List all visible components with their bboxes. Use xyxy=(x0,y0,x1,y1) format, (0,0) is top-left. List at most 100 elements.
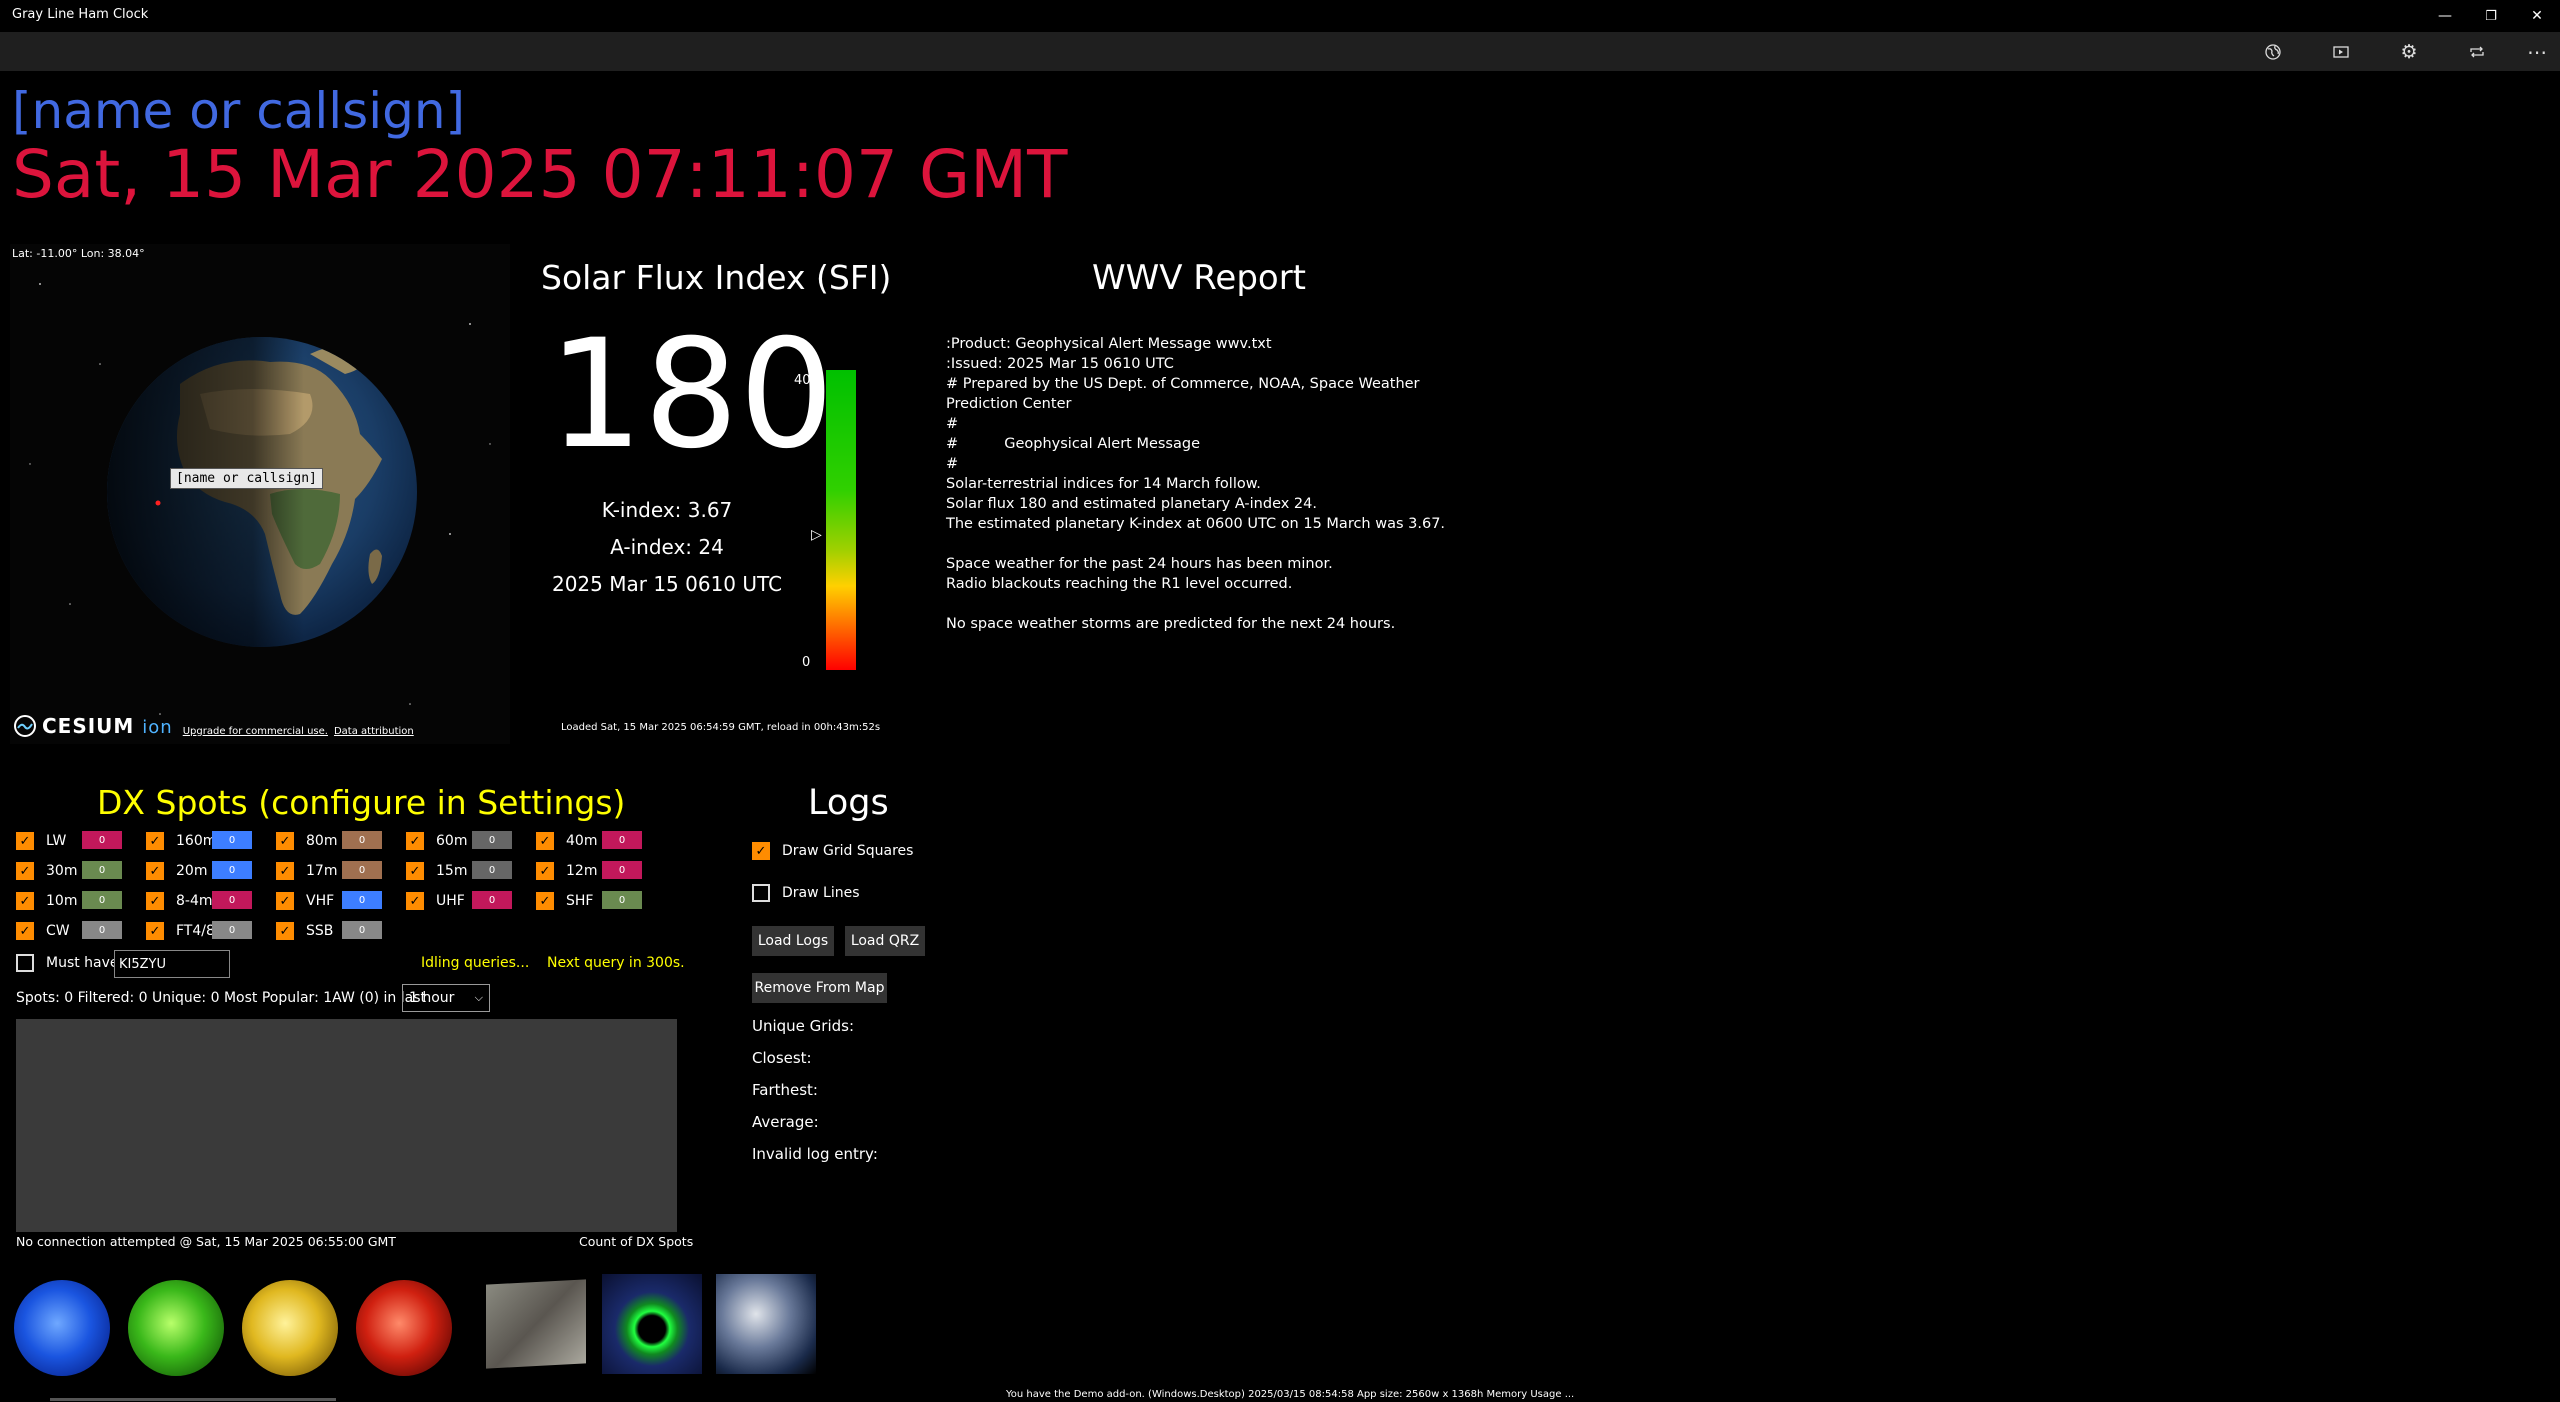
sfi-title: Solar Flux Index (SFI) xyxy=(541,258,892,297)
band-label: 15m xyxy=(436,863,468,879)
horizontal-scrollbar[interactable] xyxy=(50,1398,336,1401)
draw-grid-checkbox[interactable]: ✓ Draw Grid Squares xyxy=(752,842,913,860)
draw-grid-label: Draw Grid Squares xyxy=(782,843,914,859)
band-filter-cw[interactable]: ✓ CW 0 xyxy=(16,921,122,941)
sfi-loaded-status: Loaded Sat, 15 Mar 2025 06:54:59 GMT, re… xyxy=(561,722,881,733)
load-qrz-button[interactable]: Load QRZ xyxy=(845,926,925,956)
sun-image-red[interactable] xyxy=(356,1280,452,1376)
farthest-label: Farthest: xyxy=(752,1081,818,1099)
aurora-thumbnail[interactable] xyxy=(602,1274,702,1374)
band-label: VHF xyxy=(306,893,335,909)
band-count-badge: 0 xyxy=(82,861,122,879)
band-filter-60m[interactable]: ✓ 60m 0 xyxy=(406,831,512,851)
must-have-label: Must have xyxy=(46,955,119,971)
sun-image-blue[interactable] xyxy=(14,1280,110,1376)
checkbox-box[interactable]: ✓ xyxy=(16,892,34,910)
sun-image-yellow[interactable] xyxy=(242,1280,338,1376)
band-filter-15m[interactable]: ✓ 15m 0 xyxy=(406,861,512,881)
sun-image-green[interactable] xyxy=(128,1280,224,1376)
map-thumbnail[interactable] xyxy=(486,1279,586,1369)
band-filter-30m[interactable]: ✓ 30m 0 xyxy=(16,861,122,881)
checkbox-box[interactable]: ✓ xyxy=(276,862,294,880)
band-filter-ft4-8[interactable]: ✓ FT4/8 0 xyxy=(146,921,252,941)
checkbox-box[interactable]: ✓ xyxy=(146,922,164,940)
checkbox-box[interactable]: ✓ xyxy=(536,892,554,910)
globe-button[interactable] xyxy=(2253,36,2293,68)
band-filter-12m[interactable]: ✓ 12m 0 xyxy=(536,861,642,881)
satellite-thumbnail[interactable] xyxy=(716,1274,816,1374)
band-filter-8-4m[interactable]: ✓ 8-4m 0 xyxy=(146,891,252,911)
band-filter-uhf[interactable]: ✓ UHF 0 xyxy=(406,891,512,911)
period-select-value: 1 hour xyxy=(409,990,455,1006)
load-logs-button[interactable]: Load Logs xyxy=(752,926,834,956)
restore-button[interactable]: ❐ xyxy=(2468,0,2514,32)
close-button[interactable]: ✕ xyxy=(2514,0,2560,32)
checkbox-box[interactable]: ✓ xyxy=(276,892,294,910)
checkbox-box[interactable]: ✓ xyxy=(146,892,164,910)
band-count-badge: 0 xyxy=(602,831,642,849)
checkbox-box[interactable]: ✓ xyxy=(406,832,424,850)
band-filter-17m[interactable]: ✓ 17m 0 xyxy=(276,861,382,881)
band-filter-80m[interactable]: ✓ 80m 0 xyxy=(276,831,382,851)
k-index: K-index: 3.67 xyxy=(601,498,733,522)
data-attribution-link[interactable]: Data attribution xyxy=(334,726,414,737)
chevron-down-icon: ⌵ xyxy=(474,991,483,1004)
clock-datetime: Sat, 15 Mar 2025 07:11:07 GMT xyxy=(12,136,1068,213)
band-label: 40m xyxy=(566,833,598,849)
repeat-button[interactable] xyxy=(2457,36,2497,68)
band-filter-160m[interactable]: ✓ 160m 0 xyxy=(146,831,252,851)
checkbox-box[interactable]: ✓ xyxy=(536,862,554,880)
band-filter-vhf[interactable]: ✓ VHF 0 xyxy=(276,891,382,911)
band-label: FT4/8 xyxy=(176,923,215,939)
earth-globe[interactable] xyxy=(10,244,510,744)
band-filter-ssb[interactable]: ✓ SSB 0 xyxy=(276,921,382,941)
draw-lines-checkbox[interactable]: Draw Lines xyxy=(752,884,860,902)
checkbox-box[interactable]: ✓ xyxy=(16,832,34,850)
upgrade-link[interactable]: Upgrade for commercial use. xyxy=(183,726,328,737)
band-label: 80m xyxy=(306,833,338,849)
settings-button[interactable]: ⚙ xyxy=(2389,36,2429,68)
checkbox-box[interactable] xyxy=(752,884,770,902)
band-filter-shf[interactable]: ✓ SHF 0 xyxy=(536,891,642,911)
slideshow-button[interactable] xyxy=(2321,36,2361,68)
cesium-logo: CESIUM ion xyxy=(42,714,173,738)
checkbox-box[interactable]: ✓ xyxy=(276,832,294,850)
gear-icon: ⚙ xyxy=(2400,41,2418,63)
remove-from-map-button[interactable]: Remove From Map xyxy=(752,973,887,1003)
checkbox-box[interactable] xyxy=(16,954,34,972)
band-count-badge: 0 xyxy=(342,861,382,879)
checkbox-box[interactable]: ✓ xyxy=(406,862,424,880)
band-count-badge: 0 xyxy=(212,831,252,849)
checkbox-box[interactable]: ✓ xyxy=(536,832,554,850)
checkbox-box[interactable]: ✓ xyxy=(406,892,424,910)
checkbox-box[interactable]: ✓ xyxy=(276,922,294,940)
sfi-timestamp: 2025 Mar 15 0610 UTC xyxy=(551,572,783,596)
band-filter-20m[interactable]: ✓ 20m 0 xyxy=(146,861,252,881)
connection-status: No connection attempted @ Sat, 15 Mar 20… xyxy=(16,1234,396,1249)
checkbox-box[interactable]: ✓ xyxy=(16,862,34,880)
band-label: SHF xyxy=(566,893,594,909)
checkbox-box[interactable]: ✓ xyxy=(16,922,34,940)
band-count-badge: 0 xyxy=(342,891,382,909)
must-have-input[interactable] xyxy=(114,950,230,978)
restore-icon: ❐ xyxy=(2485,8,2497,24)
more-button[interactable]: ⋯ xyxy=(2517,36,2557,68)
globe-map[interactable]: [name or callsign] xyxy=(10,244,510,744)
minimize-button[interactable]: — xyxy=(2422,0,2468,32)
checkbox-box[interactable]: ✓ xyxy=(146,862,164,880)
callsign-heading: [name or callsign] xyxy=(12,82,466,140)
band-count-badge: 0 xyxy=(82,891,122,909)
band-filter-40m[interactable]: ✓ 40m 0 xyxy=(536,831,642,851)
invalid-log-label: Invalid log entry: xyxy=(752,1145,878,1163)
checkbox-box[interactable]: ✓ xyxy=(752,842,770,860)
dx-spots-chart-area xyxy=(16,1019,677,1232)
title-bar: Gray Line Ham Clock xyxy=(0,0,2560,32)
band-label: 17m xyxy=(306,863,338,879)
checkbox-box[interactable]: ✓ xyxy=(146,832,164,850)
band-filter-10m[interactable]: ✓ 10m 0 xyxy=(16,891,122,911)
band-count-badge: 0 xyxy=(602,891,642,909)
draw-lines-label: Draw Lines xyxy=(782,885,860,901)
band-filter-lw[interactable]: ✓ LW 0 xyxy=(16,831,122,851)
period-select[interactable]: 1 hour ⌵ xyxy=(402,984,490,1012)
must-have-checkbox[interactable]: Must have xyxy=(16,953,119,973)
